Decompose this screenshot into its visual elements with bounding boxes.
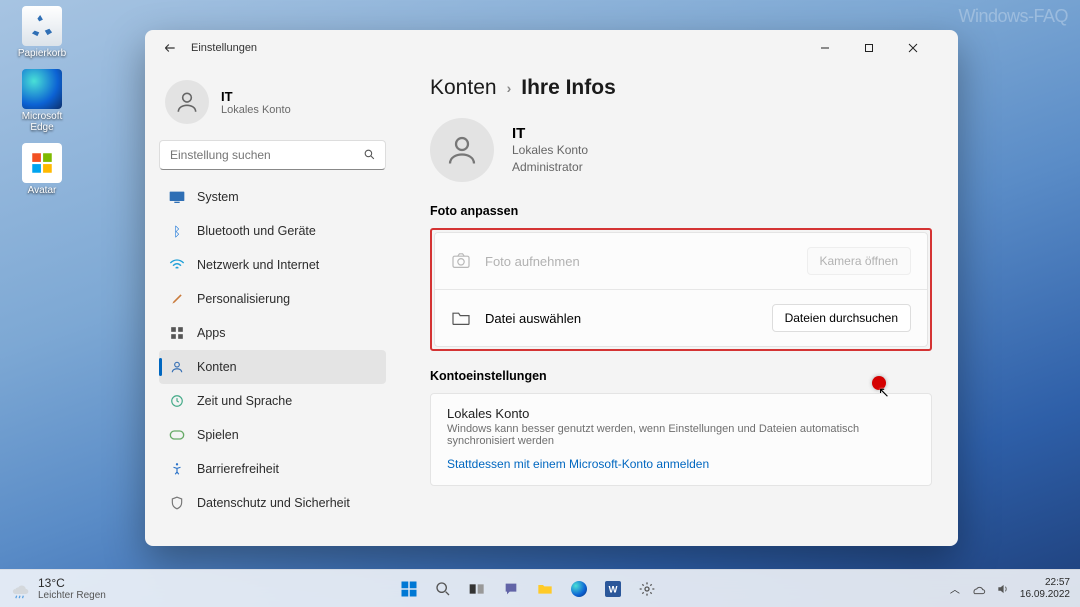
take-photo-label: Foto aufnehmen (485, 254, 580, 269)
edge-icon (22, 69, 62, 109)
row-choose-file: Datei auswählen Dateien durchsuchen (435, 289, 927, 346)
cursor-arrow-icon: ↖ (878, 384, 890, 401)
folder-icon (451, 310, 471, 326)
local-account-desc: Windows kann besser genutzt werden, wenn… (447, 423, 915, 447)
start-button[interactable] (395, 575, 423, 603)
desktop-icon-label: Microsoft Edge (10, 111, 74, 133)
sidebar: IT Lokales Konto System ᛒBluetooth und G… (145, 66, 400, 546)
search-box[interactable] (159, 140, 386, 170)
maximize-button[interactable] (864, 33, 908, 63)
edge-button[interactable] (565, 575, 593, 603)
content-area: Konten › Ihre Infos IT Lokales Konto Adm… (400, 66, 958, 546)
nav-personalization[interactable]: Personalisierung (159, 282, 386, 316)
desktop-icon-avatar[interactable]: Avatar (10, 143, 74, 196)
profile-sub1: Lokales Konto (512, 142, 588, 158)
weather-desc: Leichter Regen (38, 590, 106, 601)
temperature: 13°C (38, 576, 106, 590)
close-button[interactable] (908, 33, 952, 63)
accounts-icon (169, 359, 185, 375)
tray-chevron-icon[interactable]: ︿ (950, 581, 960, 596)
settings-button[interactable] (633, 575, 661, 603)
desktop-icon-label: Avatar (10, 185, 74, 196)
row-take-photo: Foto aufnehmen Kamera öffnen (435, 233, 927, 289)
nav-network[interactable]: Netzwerk und Internet (159, 248, 386, 282)
nav-accessibility[interactable]: Barrierefreiheit (159, 452, 386, 486)
search-button[interactable] (429, 575, 457, 603)
weather-icon (10, 579, 30, 599)
accessibility-icon (169, 461, 185, 477)
sign-in-microsoft-link[interactable]: Stattdessen mit einem Microsoft-Konto an… (447, 457, 915, 471)
wifi-icon (169, 257, 185, 273)
camera-icon (451, 253, 471, 269)
profile-name: IT (512, 125, 588, 142)
sidebar-user[interactable]: IT Lokales Konto (159, 72, 386, 138)
open-camera-button: Kamera öffnen (807, 247, 912, 275)
gaming-icon (169, 427, 185, 443)
breadcrumb-current: Ihre Infos (521, 76, 616, 100)
taskbar-clock[interactable]: 22:57 16.09.2022 (1020, 577, 1070, 600)
watermark: Windows-FAQ (958, 6, 1068, 27)
chevron-right-icon: › (507, 80, 512, 96)
nav-bluetooth[interactable]: ᛒBluetooth und Geräte (159, 214, 386, 248)
highlight-box: Foto aufnehmen Kamera öffnen Datei auswä… (430, 228, 932, 351)
svg-text:W: W (608, 584, 617, 594)
tray-volume-icon[interactable] (996, 582, 1010, 596)
breadcrumb-parent[interactable]: Konten (430, 76, 497, 100)
local-account-title: Lokales Konto (447, 406, 915, 421)
section-account-settings: Kontoeinstellungen (430, 369, 932, 383)
desktop-icon-label: Papierkorb (10, 48, 74, 59)
nav-time[interactable]: Zeit und Sprache (159, 384, 386, 418)
browse-files-button[interactable]: Dateien durchsuchen (772, 304, 911, 332)
profile-sub2: Administrator (512, 159, 588, 175)
system-icon (169, 189, 185, 205)
task-view-button[interactable] (463, 575, 491, 603)
back-button[interactable] (163, 41, 177, 55)
apps-icon (169, 325, 185, 341)
shield-icon (169, 495, 185, 511)
clock-icon (169, 393, 185, 409)
settings-window: Einstellungen IT Lokales Konto (145, 30, 958, 546)
minimize-button[interactable] (820, 33, 864, 63)
user-sub: Lokales Konto (221, 104, 291, 116)
tray-onedrive-icon[interactable] (970, 583, 986, 595)
nav-privacy[interactable]: Datenschutz und Sicherheit (159, 486, 386, 520)
choose-file-label: Datei auswählen (485, 311, 581, 326)
titlebar: Einstellungen (145, 30, 958, 66)
section-photo-adjust: Foto anpassen (430, 204, 932, 218)
breadcrumb: Konten › Ihre Infos (430, 76, 932, 100)
user-avatar-icon (165, 80, 209, 124)
nav-gaming[interactable]: Spielen (159, 418, 386, 452)
explorer-button[interactable] (531, 575, 559, 603)
chat-button[interactable] (497, 575, 525, 603)
user-name: IT (221, 89, 291, 104)
desktop-icon-edge[interactable]: Microsoft Edge (10, 69, 74, 133)
desktop-icon-recycle-bin[interactable]: Papierkorb (10, 6, 74, 59)
search-icon (363, 148, 376, 161)
nav-apps[interactable]: Apps (159, 316, 386, 350)
bluetooth-icon: ᛒ (169, 223, 185, 239)
window-title: Einstellungen (191, 42, 257, 54)
taskbar: 13°C Leichter Regen W ︿ 22:57 16.09.2022 (0, 569, 1080, 607)
search-input[interactable] (159, 140, 386, 170)
local-account-card: Lokales Konto Windows kann besser genutz… (430, 393, 932, 486)
nav-accounts[interactable]: Konten (159, 350, 386, 384)
avatar-icon (22, 143, 62, 183)
profile-avatar-icon (430, 118, 494, 182)
nav-system[interactable]: System (159, 180, 386, 214)
taskbar-weather[interactable]: 13°C Leichter Regen (10, 576, 106, 601)
brush-icon (169, 291, 185, 307)
profile-block: IT Lokales Konto Administrator (430, 118, 932, 182)
recycle-bin-icon (22, 6, 62, 46)
word-button[interactable]: W (599, 575, 627, 603)
